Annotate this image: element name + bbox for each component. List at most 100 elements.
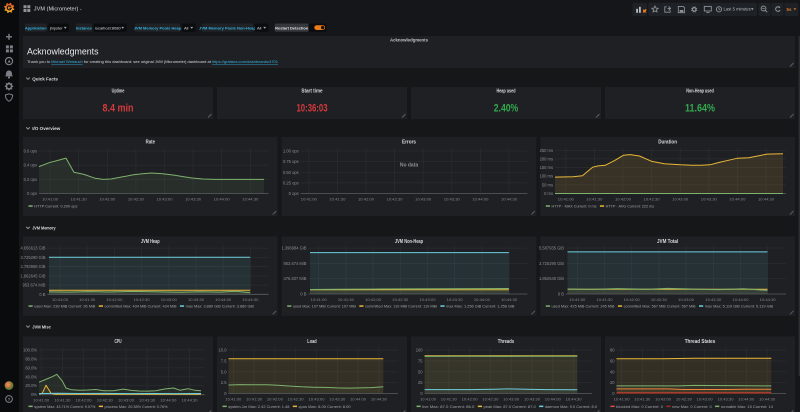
svg-text:Uptime: Uptime bbox=[112, 88, 125, 94]
svg-text:10:43:00: 10:43:00 bbox=[420, 297, 437, 302]
svg-text:cpus Max: 8.00 Current: 8.00: cpus Max: 8.00 Current: 8.00 bbox=[299, 404, 352, 409]
svg-text:Acknowledgments: Acknowledgments bbox=[27, 47, 99, 57]
svg-text:10:44:30: 10:44:30 bbox=[760, 297, 777, 302]
svg-text:used Max: 239 MiB Current: 95: used Max: 239 MiB Current: 95 MiB bbox=[34, 304, 96, 309]
svg-text:Thank you to Michael Weirauch: Thank you to Michael Weirauch for creati… bbox=[27, 59, 279, 64]
svg-text:8.4 min: 8.4 min bbox=[103, 103, 134, 115]
svg-text:10:44:30: 10:44:30 bbox=[758, 196, 775, 201]
svg-text:0.25 ops: 0.25 ops bbox=[283, 180, 299, 185]
svg-text:5.587935 GiB: 5.587935 GiB bbox=[539, 246, 564, 251]
svg-text:10:42:30: 10:42:30 bbox=[134, 297, 151, 302]
svg-text:476.837 MiB: 476.837 MiB bbox=[284, 276, 307, 281]
svg-text:10:41:00: 10:41:00 bbox=[33, 398, 50, 403]
svg-text:10:44:00: 10:44:00 bbox=[733, 297, 750, 302]
svg-text:used Max: 107 MiB Current: 10: used Max: 107 MiB Current: 107 MiB bbox=[293, 304, 356, 309]
svg-text:3.725290 GiB: 3.725290 GiB bbox=[539, 261, 564, 266]
svg-text:Application: Application bbox=[25, 25, 47, 30]
svg-text:I/O Overview: I/O Overview bbox=[32, 126, 60, 132]
svg-text:10:41:00: 10:41:00 bbox=[558, 196, 575, 201]
svg-text:25: 25 bbox=[418, 380, 423, 385]
svg-text:953.674 MiB: 953.674 MiB bbox=[23, 283, 46, 288]
svg-text:10:42:30: 10:42:30 bbox=[482, 396, 499, 401]
svg-text:Instance: Instance bbox=[76, 25, 93, 30]
svg-text:Restart Detection: Restart Detection bbox=[275, 25, 309, 30]
svg-text:10:42:30: 10:42:30 bbox=[97, 398, 114, 403]
svg-text:4.656613 GiB: 4.656613 GiB bbox=[20, 246, 45, 251]
svg-text:10:42:00: 10:42:00 bbox=[365, 297, 382, 302]
svg-text:No data: No data bbox=[400, 163, 419, 169]
svg-text:10:44:30: 10:44:30 bbox=[371, 396, 388, 401]
svg-text:10:43:00: 10:43:00 bbox=[118, 398, 135, 403]
svg-text:peak Max: 87.0 Current: 87.0: peak Max: 87.0 Current: 87.0 bbox=[484, 404, 537, 409]
svg-text:2.40%: 2.40% bbox=[494, 103, 519, 115]
svg-text:0 ops: 0 ops bbox=[289, 191, 299, 196]
svg-text:10:41:30: 10:41:30 bbox=[338, 297, 355, 302]
svg-text:10:42:00: 10:42:00 bbox=[358, 197, 375, 202]
svg-text:10:42:30: 10:42:30 bbox=[128, 197, 145, 202]
svg-text:10:42:00: 10:42:00 bbox=[624, 297, 641, 302]
svg-text:1.862645 GiB: 1.862645 GiB bbox=[539, 276, 564, 281]
svg-text:20: 20 bbox=[610, 380, 615, 385]
svg-text:max Max: 1.256 GiB Current: 1: max Max: 1.256 GiB Current: 1.256 GiB bbox=[446, 304, 515, 309]
svg-text:runnable Max: 15 Current: 14: runnable Max: 15 Current: 14 bbox=[721, 404, 774, 409]
svg-text:10:43:00: 10:43:00 bbox=[503, 396, 520, 401]
svg-text:10:36:03: 10:36:03 bbox=[297, 103, 328, 115]
svg-text:10:44:30: 10:44:30 bbox=[242, 197, 259, 202]
svg-text:All: All bbox=[257, 25, 262, 30]
svg-text:10:41:30: 10:41:30 bbox=[54, 398, 71, 403]
svg-text:10:42:00: 10:42:00 bbox=[267, 396, 284, 401]
svg-text:10:42:00: 10:42:00 bbox=[76, 398, 93, 403]
svg-text:10:42:00: 10:42:00 bbox=[655, 396, 672, 401]
svg-text:HTTP Current: 0.200 ops: HTTP Current: 0.200 ops bbox=[34, 204, 77, 209]
svg-text:11.64%: 11.64% bbox=[685, 103, 715, 115]
svg-text:10:44:30: 10:44:30 bbox=[242, 297, 259, 302]
svg-text:10:42:00: 10:42:00 bbox=[99, 197, 116, 202]
svg-text:10:42:30: 10:42:30 bbox=[288, 396, 305, 401]
svg-text:10.0: 10.0 bbox=[219, 348, 228, 353]
svg-text:200 ms: 200 ms bbox=[540, 156, 553, 161]
svg-text:10:41:30: 10:41:30 bbox=[71, 197, 88, 202]
svg-text:10:43:30: 10:43:30 bbox=[705, 297, 722, 302]
svg-text:100: 100 bbox=[416, 348, 424, 353]
svg-text:0.50 ops: 0.50 ops bbox=[283, 170, 299, 175]
svg-text:Quick Facts: Quick Facts bbox=[32, 76, 58, 82]
svg-text:0.2 ops: 0.2 ops bbox=[24, 177, 37, 182]
svg-text:1.862645 GiB: 1.862645 GiB bbox=[20, 273, 45, 278]
svg-text:10:44:00: 10:44:00 bbox=[545, 396, 562, 401]
svg-text:JVM Total: JVM Total bbox=[657, 239, 679, 245]
svg-text:10:41:00: 10:41:00 bbox=[225, 396, 242, 401]
svg-text:10:41:30: 10:41:30 bbox=[597, 297, 614, 302]
svg-text:1.396984 GiB: 1.396984 GiB bbox=[281, 246, 306, 251]
svg-text:10:44:30: 10:44:30 bbox=[759, 396, 776, 401]
svg-text:10:44:30: 10:44:30 bbox=[566, 396, 583, 401]
svg-text:1.00 ops: 1.00 ops bbox=[283, 149, 299, 154]
svg-text:10:41:00: 10:41:00 bbox=[42, 197, 59, 202]
svg-text:80: 80 bbox=[610, 348, 615, 353]
svg-text:3.725290 GiB: 3.725290 GiB bbox=[20, 255, 45, 260]
svg-text:150 ms: 150 ms bbox=[540, 165, 553, 170]
svg-text:10:44:00: 10:44:00 bbox=[215, 297, 232, 302]
svg-text:10:44:00: 10:44:00 bbox=[474, 297, 491, 302]
svg-text:10:42:00: 10:42:00 bbox=[462, 396, 479, 401]
svg-text:10:42:00: 10:42:00 bbox=[106, 297, 123, 302]
svg-text:10:41:30: 10:41:30 bbox=[79, 297, 96, 302]
svg-text:0%: 0% bbox=[31, 392, 37, 397]
svg-text:10:43:30: 10:43:30 bbox=[329, 396, 346, 401]
svg-text:60.0%: 60.0% bbox=[25, 365, 37, 370]
svg-text:?: ? bbox=[8, 397, 11, 402]
svg-text:100.0%: 100.0% bbox=[23, 347, 37, 352]
svg-text:CPU: CPU bbox=[114, 339, 121, 345]
svg-text:10:44:00: 10:44:00 bbox=[160, 398, 177, 403]
svg-text:10:43:30: 10:43:30 bbox=[524, 396, 541, 401]
svg-text:All: All bbox=[184, 25, 189, 30]
svg-text:10:41:30: 10:41:30 bbox=[586, 196, 603, 201]
svg-text:5.0: 5.0 bbox=[221, 369, 227, 374]
svg-text:live Max: 87.0 Current: 86.0: live Max: 87.0 Current: 86.0 bbox=[422, 404, 475, 409]
svg-text:Start time: Start time bbox=[301, 88, 322, 94]
svg-text:10:41:00: 10:41:00 bbox=[52, 297, 69, 302]
svg-text:JVM Memory: JVM Memory bbox=[32, 226, 56, 232]
svg-text:JVM Memory Pools Heap: JVM Memory Pools Heap bbox=[134, 25, 182, 30]
svg-text:40: 40 bbox=[610, 369, 615, 374]
svg-text:10:41:30: 10:41:30 bbox=[634, 396, 651, 401]
svg-text:HTTP - AVG Current: 222 ms: HTTP - AVG Current: 222 ms bbox=[606, 204, 655, 209]
